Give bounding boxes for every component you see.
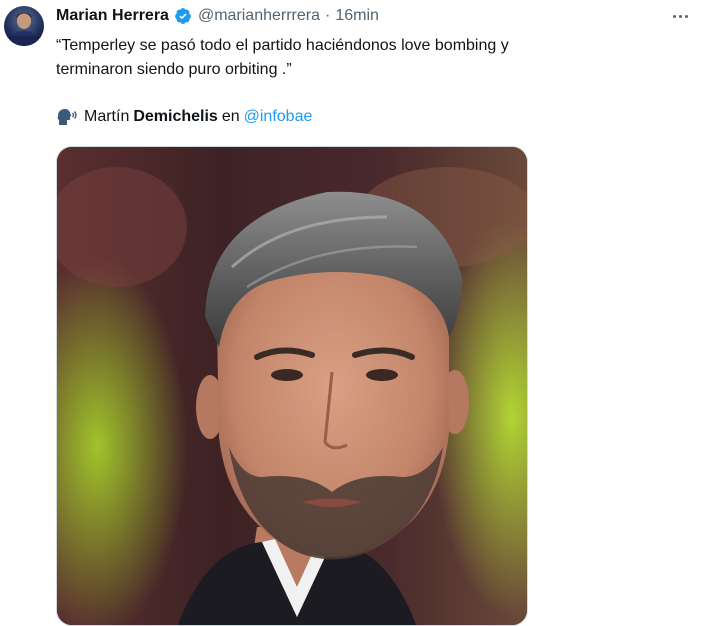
- credit-first-name: Martín: [84, 108, 130, 125]
- speaking-head-icon: [56, 107, 78, 127]
- credit-last-name: Demichelis: [133, 108, 218, 125]
- tweet-text: “Temperley se pasó todo el partido hacié…: [56, 34, 656, 82]
- tweet-text-line: terminaron siendo puro orbiting .”: [56, 61, 292, 78]
- verified-badge-icon: [174, 7, 192, 25]
- quote-credit: Martín Demichelis en @infobae: [56, 106, 312, 128]
- mention-link[interactable]: @infobae: [244, 106, 313, 128]
- tweet: Marian Herrera @marianherrrera · 16min “…: [0, 0, 710, 626]
- tweet-photo[interactable]: [56, 146, 528, 626]
- author-name[interactable]: Marian Herrera: [56, 7, 169, 25]
- tweet-header: Marian Herrera @marianherrrera · 16min: [56, 4, 379, 28]
- tweet-text-line: “Temperley se pasó todo el partido hacié…: [56, 37, 509, 54]
- tweet-timestamp[interactable]: 16min: [335, 7, 379, 25]
- credit-connector: en: [221, 108, 240, 125]
- more-options-icon[interactable]: [668, 8, 692, 24]
- avatar[interactable]: [4, 6, 44, 46]
- author-handle[interactable]: @marianherrrera: [198, 7, 320, 25]
- separator-dot: ·: [325, 7, 331, 24]
